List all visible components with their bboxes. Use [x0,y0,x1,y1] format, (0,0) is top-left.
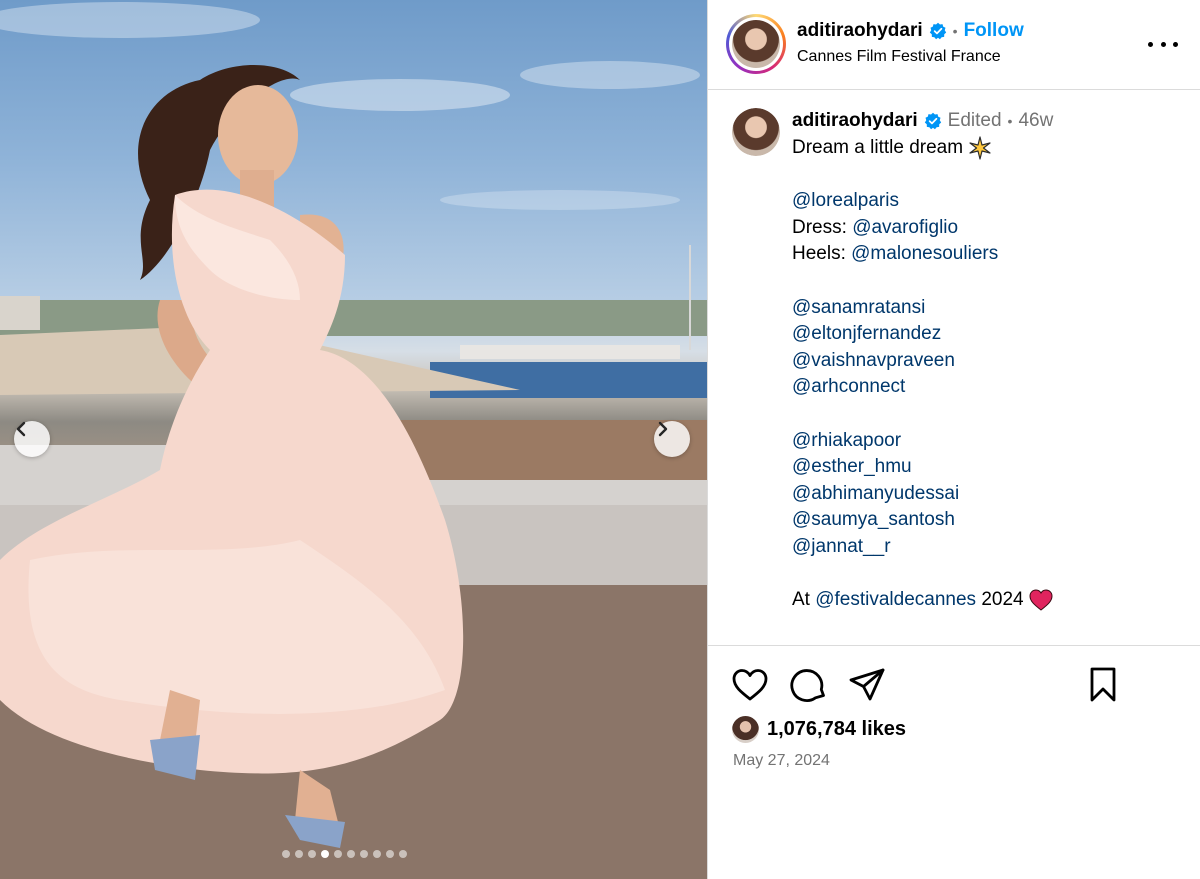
mention-link[interactable]: @malonesouliers [851,243,998,264]
mention-link[interactable]: @lorealparis [792,190,899,211]
post-age[interactable]: 46w [1018,110,1053,132]
post-location[interactable]: Cannes Film Festival France [797,48,1001,66]
post-photo[interactable] [0,0,707,879]
carousel-indicator [282,850,407,858]
author-username[interactable]: aditiraohydari [797,20,923,42]
post-caption: aditiraohydari Edited • 46w Dream a litt… [708,100,1200,645]
mention-link[interactable]: @rhiakapoor [792,430,901,451]
chevron-left-icon [16,421,26,437]
mention-link[interactable]: @sanamratansi [792,297,925,318]
caption-author-username[interactable]: aditiraohydari [792,110,918,132]
caption-text: Dream a little dream @lorealparis Dress:… [792,135,1192,614]
carousel-dot [308,850,316,858]
post-date[interactable]: May 27, 2024 [733,752,830,770]
heart-icon[interactable] [731,666,769,704]
mention-link[interactable]: @esther_hmu [792,456,912,477]
follow-button[interactable]: Follow [964,20,1024,42]
caption-line: Dream a little dream [792,137,964,158]
carousel-dot [321,850,329,858]
separator-dot: • [1007,113,1013,129]
caption-label: Heels: [792,243,846,265]
edited-label: Edited [947,110,1002,131]
sparkle-emoji-icon [969,136,991,160]
avatar-image [732,20,780,68]
photo-illustration [0,2,707,879]
post-actions: 1,076,784 likes May 27, 2024 [708,645,1200,879]
carousel-dot [373,850,381,858]
carousel-dot [334,850,342,858]
caption-author-avatar[interactable] [732,108,780,156]
carousel-dot [399,850,407,858]
carousel-dot [360,850,368,858]
caption-label: At [792,589,810,611]
mention-link[interactable]: @festivaldecannes [815,589,976,610]
avatar-image [732,108,780,156]
mention-link[interactable]: @avarofiglio [852,217,958,238]
send-icon[interactable] [848,666,886,704]
carousel-next-button[interactable] [654,421,690,457]
separator-dot: • [952,23,958,39]
chevron-right-icon [658,421,668,437]
carousel-dot [386,850,394,858]
more-options-icon[interactable] [1148,32,1178,56]
mention-link[interactable]: @jannat__r [792,536,891,557]
mention-link[interactable]: @arhconnect [792,376,905,397]
mention-link[interactable]: @saumya_santosh [792,509,955,530]
mention-link[interactable]: @abhimanyudessai [792,483,959,504]
carousel-dot [295,850,303,858]
likes-count[interactable]: 1,076,784 likes [767,718,906,741]
liker-avatar[interactable] [732,716,759,743]
bookmark-icon[interactable] [1084,666,1122,704]
red-heart-emoji-icon [1029,589,1053,611]
comment-icon[interactable] [790,666,828,704]
carousel-dot [282,850,290,858]
carousel-prev-button[interactable] [14,421,50,457]
post-header: aditiraohydari • Follow Cannes Film Fest… [708,0,1200,90]
caption-year: 2024 [981,589,1024,611]
post-side-panel: aditiraohydari • Follow Cannes Film Fest… [707,0,1200,879]
author-avatar[interactable] [726,14,786,74]
caption-label: Dress: [792,216,847,238]
verified-badge-icon [929,22,946,40]
mention-link[interactable]: @vaishnavpraveen [792,350,955,371]
carousel-dot [347,850,355,858]
mention-link[interactable]: @eltonjfernandez [792,323,941,344]
verified-badge-icon [924,112,941,130]
